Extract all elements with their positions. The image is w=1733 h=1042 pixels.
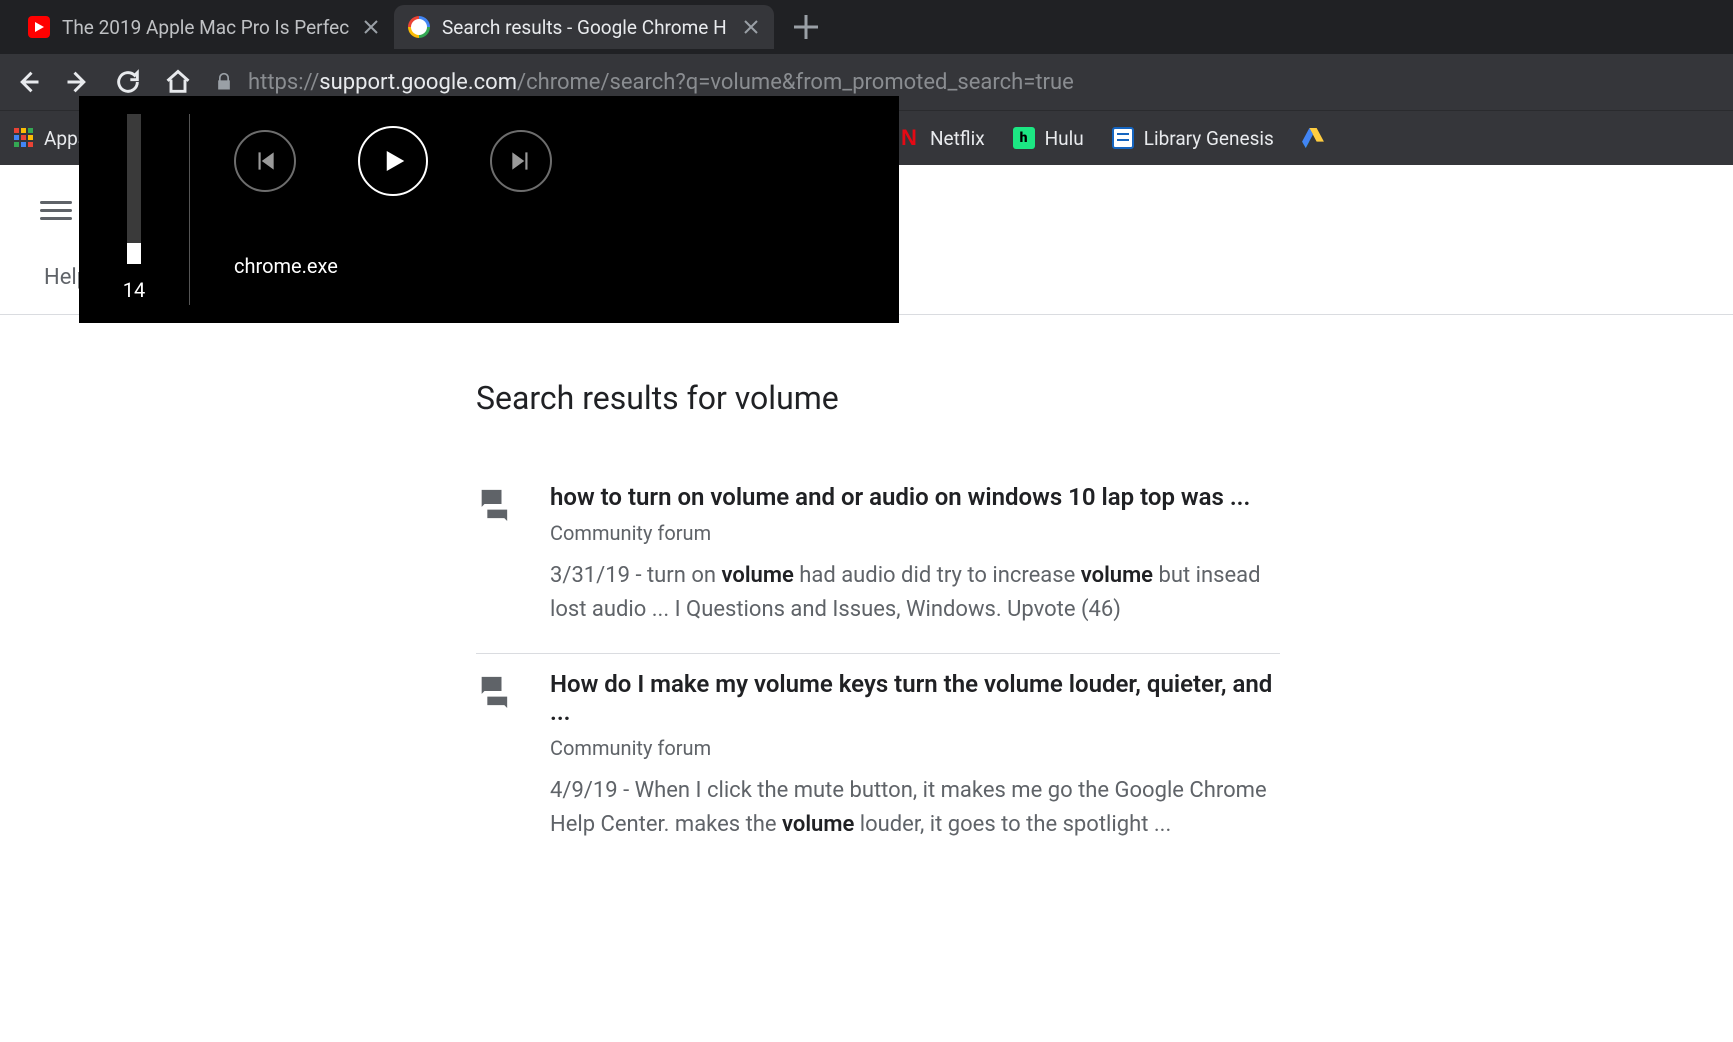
close-icon[interactable] — [742, 18, 760, 36]
forum-icon — [476, 487, 510, 521]
back-button[interactable] — [14, 68, 42, 96]
home-button[interactable] — [164, 68, 192, 96]
forward-button[interactable] — [64, 68, 92, 96]
search-result: How do I make my volume keys turn the vo… — [476, 654, 1280, 868]
address-bar[interactable]: https://support.google.com/chrome/search… — [214, 70, 1719, 95]
tab-strip: The 2019 Apple Mac Pro Is Perfec Search … — [0, 0, 1733, 54]
hamburger-button[interactable] — [40, 194, 72, 226]
tab-youtube[interactable]: The 2019 Apple Mac Pro Is Perfec — [14, 5, 394, 49]
apps-icon — [14, 128, 34, 148]
result-snippet: 3/31/19 - turn on volume had audio did t… — [550, 559, 1280, 627]
bookmark-drive[interactable] — [1302, 128, 1324, 148]
volume-slider-area: 14 — [79, 96, 189, 323]
next-track-button[interactable] — [490, 130, 552, 192]
result-source: Community forum — [550, 521, 1280, 545]
hulu-icon: h — [1013, 127, 1035, 149]
search-results: Search results for volume how to turn on… — [0, 315, 1280, 868]
google-icon — [408, 16, 430, 38]
tab-title: The 2019 Apple Mac Pro Is Perfec — [62, 16, 350, 39]
new-tab-button[interactable] — [788, 9, 824, 45]
result-source: Community forum — [550, 736, 1280, 760]
youtube-icon — [28, 16, 50, 38]
bookmark-hulu[interactable]: hHulu — [1013, 127, 1084, 150]
result-snippet: 4/9/19 - When I click the mute button, i… — [550, 774, 1280, 842]
media-app-name: chrome.exe — [234, 254, 899, 278]
results-heading: Search results for volume — [476, 379, 1280, 417]
close-icon[interactable] — [362, 18, 380, 36]
tab-active[interactable]: Search results - Google Chrome H — [394, 5, 774, 49]
book-icon — [1112, 127, 1134, 149]
play-button[interactable] — [358, 126, 428, 196]
tab-title: Search results - Google Chrome H — [442, 16, 730, 39]
volume-fill — [127, 243, 141, 264]
previous-track-button[interactable] — [234, 130, 296, 192]
volume-level: 14 — [123, 278, 145, 302]
reload-button[interactable] — [114, 68, 142, 96]
forum-icon — [476, 674, 510, 708]
bookmark-netflix[interactable]: NNetflix — [898, 127, 985, 150]
result-title[interactable]: how to turn on volume and or audio on wi… — [550, 483, 1280, 511]
lock-icon — [214, 72, 234, 92]
url-text: https://support.google.com/chrome/search… — [248, 70, 1074, 95]
drive-icon — [1302, 128, 1324, 148]
search-result: how to turn on volume and or audio on wi… — [476, 467, 1280, 654]
apps-shortcut[interactable]: Apps — [14, 127, 88, 150]
bookmark-library-genesis[interactable]: Library Genesis — [1112, 127, 1274, 150]
volume-slider[interactable] — [127, 114, 141, 264]
netflix-icon: N — [898, 127, 920, 149]
result-title[interactable]: How do I make my volume keys turn the vo… — [550, 670, 1280, 726]
media-controls — [234, 126, 899, 196]
volume-overlay: 14 chrome.exe — [79, 96, 899, 323]
